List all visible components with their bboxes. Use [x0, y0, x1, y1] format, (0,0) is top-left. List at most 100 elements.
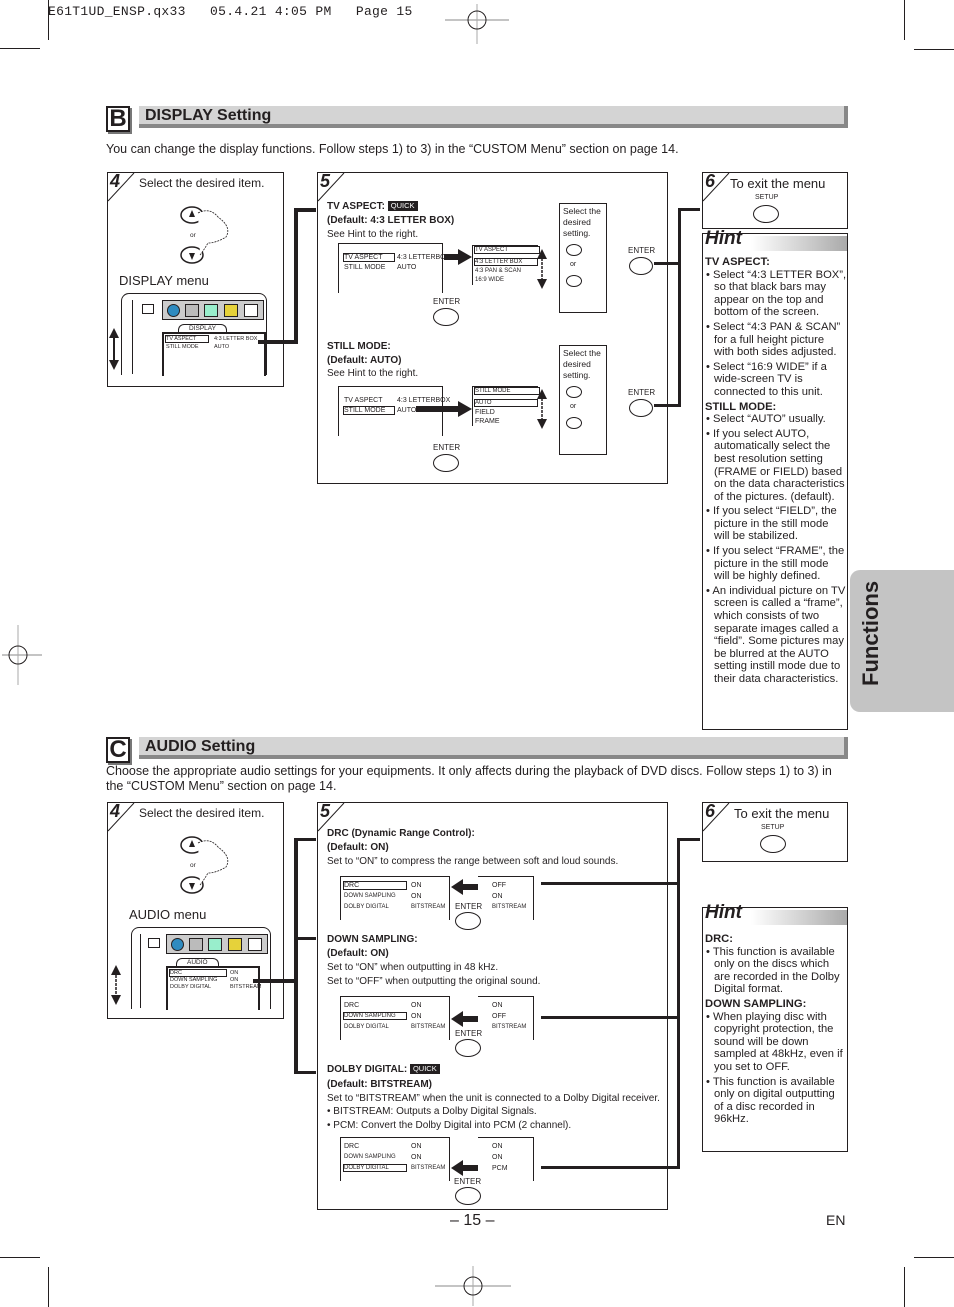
select-instruction: Select the desired setting. [563, 206, 601, 238]
osd-row-item: DOLBY DIGITAL [344, 1024, 389, 1030]
section-intro: Choose the appropriate audio settings fo… [106, 764, 832, 793]
crop-mark [914, 49, 954, 50]
connector-line [294, 937, 316, 940]
right-arrow-icon [416, 401, 472, 417]
enter-button[interactable] [433, 454, 459, 472]
menu-label: DISPLAY menu [119, 273, 209, 288]
down-button[interactable] [566, 417, 582, 429]
osd-row-item: DRC [343, 881, 407, 890]
section-intro: You can change the display functions. Fo… [106, 142, 679, 156]
others-icon [244, 304, 258, 317]
setting-title-text: DOLBY DIGITAL: [327, 1064, 408, 1075]
enter-button[interactable] [455, 1039, 481, 1057]
osd-row-value: BITSTREAM [230, 984, 262, 990]
options-header: STILL MODE [474, 387, 540, 395]
osd-new-value: OFF [492, 1013, 506, 1020]
or-label: or [190, 232, 196, 239]
enter-button[interactable] [629, 399, 653, 417]
enter-button[interactable] [455, 1187, 481, 1205]
language-icon [167, 304, 180, 317]
up-button[interactable] [566, 386, 582, 398]
others-icon [248, 938, 262, 951]
connector-line [294, 838, 298, 1074]
osd-row-value: BITSTREAM [411, 1165, 446, 1171]
osd-screen: DRC ON DOWN SAMPLING ON DOLBY DIGITAL BI… [340, 1137, 450, 1181]
setup-button[interactable] [753, 205, 779, 223]
select-setting-box: Select the desired setting. or [559, 203, 607, 313]
setup-button[interactable] [760, 835, 786, 853]
hint-item: Select “4:3 LETTER BOX”, so that black b… [705, 269, 847, 319]
osd-row-value: AUTO [397, 407, 417, 414]
setting-desc: • PCM: Convert the Dolby Digital into PC… [327, 1120, 572, 1131]
up-down-arrow-icon [537, 389, 547, 429]
osd-new-value: PCM [492, 1165, 508, 1172]
enter-button[interactable] [629, 257, 653, 275]
display-icon [189, 938, 203, 951]
osd-new-value: ON [492, 1143, 503, 1150]
step-number: 5 [320, 801, 331, 821]
crop-mark [914, 1257, 954, 1258]
osd-row-value: ON [230, 977, 239, 983]
enter-label: ENTER [628, 246, 656, 255]
osd-list: TV ASPECT 4:3 LETTER BOX STILL MODE AUTO [162, 332, 266, 376]
hint-heading: DRC: [705, 933, 733, 945]
step6-display-panel: 6 To exit the menu SETUP [702, 171, 848, 229]
hint-band [751, 236, 847, 251]
select-setting-box: Select the desired setting. or [559, 345, 607, 455]
enter-label: ENTER [433, 297, 461, 306]
hint-item: Select “16:9 WIDE” if a wide-screen TV i… [705, 361, 847, 399]
enter-button[interactable] [433, 308, 459, 326]
connector-line [541, 882, 680, 885]
hint-item: This function is available only on digit… [705, 1076, 847, 1126]
option-item: 4:3 PAN & SCAN [475, 268, 521, 274]
osd-row-value: ON [411, 1154, 422, 1161]
osd-row-item: DOWN SAMPLING [343, 1012, 407, 1020]
up-button[interactable] [566, 244, 582, 256]
step-instruction: To exit the menu [730, 176, 826, 191]
step-instruction: To exit the menu [734, 806, 830, 821]
osd-row-value: ON [230, 970, 239, 976]
hint-item: When playing disc with copyright protect… [705, 1011, 847, 1074]
section-title: DISPLAY Setting [139, 106, 848, 128]
hint-item: If you select “FIELD”, the picture in th… [705, 505, 847, 543]
setting-note: See Hint to the right. [327, 229, 419, 240]
osd-row-value: ON [411, 893, 422, 900]
step-instruction: Select the desired item. [139, 806, 265, 820]
step-instruction: Select the desired item. [139, 176, 265, 190]
or-label: or [190, 862, 196, 869]
setup-label: SETUP [761, 824, 785, 831]
connector-line [541, 1166, 680, 1169]
osd-row-value: AUTO [397, 264, 417, 271]
connector-line [258, 340, 296, 344]
setting-desc: Set to “ON” to compress the range betwee… [327, 856, 619, 867]
osd-row-item: DOLBY DIGITAL [343, 1164, 407, 1172]
osd-screen: DRC ON DOWN SAMPLING ON DOLBY DIGITAL BI… [340, 996, 450, 1040]
osd-row-item: DRC [344, 1143, 360, 1150]
connector-line [294, 208, 316, 212]
hint-band [751, 910, 847, 925]
connector-line [541, 1016, 680, 1019]
menu-label: AUDIO menu [129, 907, 207, 922]
enter-label: ENTER [455, 1029, 483, 1038]
down-button[interactable] [566, 275, 582, 287]
osd-screen-new: ON ON PCM [478, 1137, 534, 1181]
audio-icon [208, 938, 222, 951]
tv-icon [148, 938, 160, 948]
step-number: 4 [110, 171, 121, 191]
lock-icon [228, 938, 242, 951]
quick-badge: QUICK [409, 1064, 440, 1075]
crop-mark [904, 1267, 905, 1307]
hint-heading: STILL MODE: [705, 400, 777, 413]
osd-row-value: AUTO [214, 344, 230, 350]
connector-line [654, 404, 680, 407]
osd-menu: AUDIO DRC ON DOWN SAMPLING ON DOLBY DIGI… [131, 927, 271, 1010]
osd-new-value: ON [492, 893, 503, 900]
connector-line [678, 208, 700, 211]
up-down-arrow-icon [109, 328, 119, 370]
page-number: – 15 – [450, 1212, 495, 1229]
setting-desc: Set to “OFF” when outputting the origina… [327, 976, 541, 987]
setup-label: SETUP [755, 194, 779, 201]
lock-icon [224, 304, 238, 317]
option-item: AUTO [474, 399, 538, 407]
enter-button[interactable] [455, 912, 481, 930]
